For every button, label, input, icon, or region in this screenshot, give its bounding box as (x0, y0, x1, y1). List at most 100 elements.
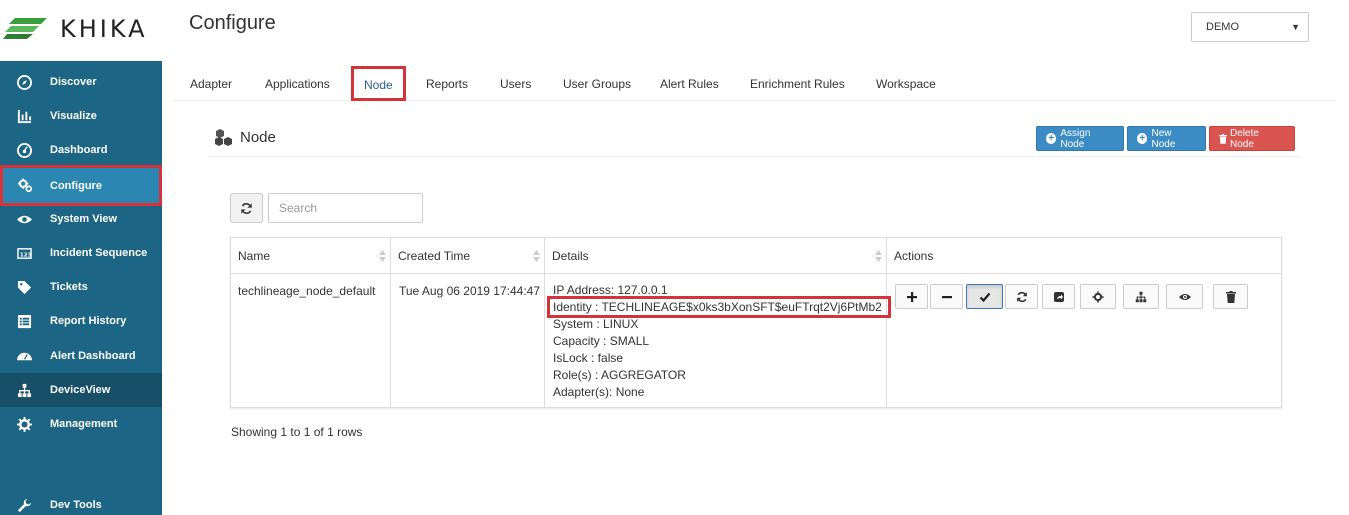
tab-reports[interactable]: Reports (426, 77, 468, 91)
sidebar-item-tickets[interactable]: Tickets (0, 270, 162, 304)
column-header-name[interactable]: Name (231, 238, 391, 274)
sidebar-item-label: Alert Dashboard (50, 350, 136, 362)
trash-icon (1225, 290, 1236, 303)
list-icon (0, 314, 50, 329)
sidebar-item-dashboard[interactable]: Dashboard (0, 133, 162, 167)
tenant-select[interactable]: DEMO ▼ (1191, 12, 1309, 42)
tab-alert-rules[interactable]: Alert Rules (660, 77, 719, 91)
plus-circle-icon: + (1137, 133, 1148, 144)
detail-capacity: Capacity : SMALL (553, 334, 650, 348)
dashboard-gauge-icon (0, 142, 50, 158)
refresh-button[interactable] (230, 193, 263, 223)
refresh-icon (1016, 291, 1027, 302)
sidebar-nav: Discover Visualize Dashboard Configure S… (0, 61, 162, 515)
column-header-actions: Actions (887, 238, 1281, 274)
sequence-icon: 123 (0, 246, 50, 261)
gauge-icon (0, 349, 50, 364)
delete-node-button[interactable]: Delete Node (1209, 126, 1295, 151)
section-header: Node (214, 128, 276, 146)
eye-icon (1178, 293, 1191, 300)
tab-users[interactable]: Users (500, 77, 531, 91)
sort-icon (533, 250, 540, 262)
settings-action-button[interactable] (1080, 284, 1116, 309)
column-header-label: Name (238, 248, 271, 263)
sidebar-item-label: Report History (50, 315, 127, 327)
share-action-button[interactable] (1042, 284, 1075, 309)
sidebar-item-report-history[interactable]: Report History (0, 304, 162, 338)
cogs-icon (3, 178, 50, 193)
tab-enrichment-rules[interactable]: Enrichment Rules (750, 77, 845, 91)
delete-action-button[interactable] (1213, 284, 1248, 309)
config-tabs: Adapter Applications Node Reports Users … (173, 64, 1336, 101)
wrench-icon (0, 498, 50, 513)
assign-node-button[interactable]: + Assign Node (1036, 126, 1124, 151)
search-input[interactable] (268, 193, 423, 223)
node-created-time: Tue Aug 06 2019 17:44:47 (399, 284, 541, 298)
check-icon (979, 292, 990, 302)
refresh-action-button[interactable] (1005, 284, 1038, 309)
new-node-label: New Node (1151, 127, 1176, 150)
sidebar-item-dev-tools[interactable]: Dev Tools (0, 488, 162, 515)
sidebar-item-incident-sequence[interactable]: 123 Incident Sequence (0, 236, 162, 270)
caret-down-icon: ▼ (1291, 22, 1300, 32)
sitemap-icon (1135, 291, 1147, 302)
detail-ip-address: IP Address: 127.0.0.1 (553, 283, 668, 297)
column-header-details[interactable]: Details (545, 238, 887, 274)
refresh-icon (241, 202, 252, 214)
sidebar-item-configure[interactable]: Configure (0, 165, 162, 206)
sidebar-item-label: Management (50, 418, 118, 430)
assign-node-label: Assign Node (1060, 127, 1091, 150)
sidebar-item-management[interactable]: Management (0, 407, 162, 441)
tab-workspace[interactable]: Workspace (876, 77, 936, 91)
sidebar-item-label: Tickets (50, 281, 88, 293)
hierarchy-action-button[interactable] (1123, 284, 1159, 309)
column-header-created-time[interactable]: Created Time (391, 238, 545, 274)
column-header-label: Actions (894, 248, 934, 263)
share-icon (1053, 291, 1064, 302)
section-title: Node (240, 128, 276, 146)
sidebar-item-label: DeviceView (50, 384, 111, 396)
confirm-action-button[interactable] (966, 284, 1003, 309)
delete-node-label: Delete Node (1230, 127, 1259, 150)
sidebar-item-visualize[interactable]: Visualize (0, 99, 162, 133)
tab-user-groups[interactable]: User Groups (563, 77, 631, 91)
column-header-label: Created Time (398, 248, 471, 263)
tenant-select-value: DEMO (1206, 21, 1239, 33)
tag-icon (0, 280, 50, 295)
svg-text:123: 123 (19, 252, 31, 258)
trash-icon (1219, 133, 1227, 144)
remove-action-button[interactable] (930, 284, 963, 309)
bar-chart-icon (0, 109, 50, 124)
sidebar-item-alert-dashboard[interactable]: Alert Dashboard (0, 339, 162, 373)
tab-adapter[interactable]: Adapter (190, 77, 232, 91)
compass-icon (0, 74, 50, 90)
detail-adapters: Adapter(s): None (553, 385, 645, 399)
column-header-label: Details (552, 248, 589, 263)
detail-system: System : LINUX (553, 317, 639, 331)
tab-node[interactable]: Node (351, 66, 406, 101)
brand-logo[interactable]: KHIKA (0, 0, 162, 61)
sidebar-item-deviceview[interactable]: DeviceView (0, 373, 162, 407)
pagination-info: Showing 1 to 1 of 1 rows (231, 425, 363, 439)
gear-icon (0, 416, 50, 432)
sort-icon (379, 250, 386, 262)
new-node-button[interactable]: + New Node (1127, 126, 1206, 151)
sidebar-item-label: Visualize (50, 110, 97, 122)
sidebar-item-label: Dashboard (50, 144, 108, 156)
view-action-button[interactable] (1166, 284, 1203, 309)
add-action-button[interactable] (895, 284, 928, 309)
gear-icon (1092, 290, 1104, 303)
column-divider (544, 238, 545, 407)
minus-icon (941, 295, 952, 298)
sidebar-item-discover[interactable]: Discover (0, 65, 162, 99)
sidebar-item-label: Dev Tools (50, 499, 102, 511)
sidebar-item-label: Discover (50, 76, 97, 88)
detail-identity: Identity : TECHLINEAGE$x0ks3bXonSFT$euFT… (547, 296, 891, 318)
brand-name: KHIKA (60, 15, 148, 43)
sidebar-item-label: Configure (50, 179, 102, 192)
sidebar: KHIKA Discover Visualize Dashboard Confi… (0, 0, 162, 515)
sidebar-item-system-view[interactable]: System View (0, 202, 162, 236)
column-divider (390, 238, 391, 407)
eye-icon (0, 212, 50, 227)
tab-applications[interactable]: Applications (265, 77, 330, 91)
